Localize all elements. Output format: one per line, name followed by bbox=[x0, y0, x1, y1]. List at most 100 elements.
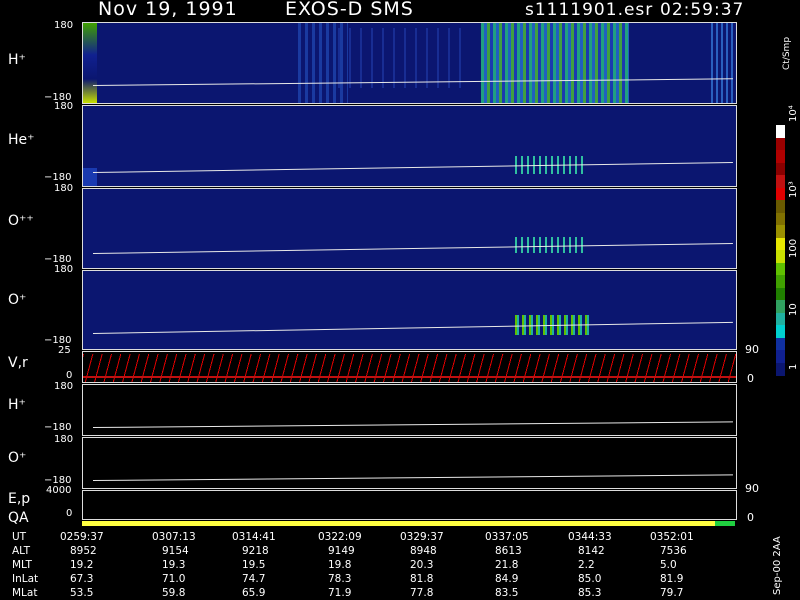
oplus-spectrogram bbox=[82, 270, 737, 350]
energy-panel bbox=[82, 490, 737, 520]
colorbar-segment bbox=[776, 350, 785, 363]
colorbar bbox=[776, 125, 785, 376]
table-cell: 0337:05 bbox=[485, 531, 529, 543]
heplus-trace-line bbox=[92, 161, 733, 173]
colorbar-tick-1e3: 10³ bbox=[788, 181, 799, 198]
table-cell: 2.2 bbox=[578, 559, 595, 571]
colorbar-segment bbox=[776, 300, 785, 313]
table-cell: 20.3 bbox=[410, 559, 434, 571]
ep-top-tick: 4000 bbox=[46, 485, 72, 496]
table-cell: 85.0 bbox=[578, 573, 602, 585]
oplusplus-spectrogram bbox=[82, 188, 737, 269]
table-cell: 9218 bbox=[242, 545, 269, 557]
colorbar-unit: Ct/Smp bbox=[782, 36, 792, 70]
table-cell: 8142 bbox=[578, 545, 605, 557]
table-cell: 0329:37 bbox=[400, 531, 444, 543]
colorbar-segment bbox=[776, 325, 785, 338]
colorbar-segment bbox=[776, 175, 785, 188]
table-cell: 67.3 bbox=[70, 573, 94, 585]
table-cell: 8613 bbox=[495, 545, 522, 557]
oplusplus-label: O⁺⁺ bbox=[8, 213, 34, 229]
colorbar-segment bbox=[776, 225, 785, 238]
table-cell: 0352:01 bbox=[650, 531, 694, 543]
vr-right-top-tick: 90 bbox=[745, 343, 759, 356]
table-cell: 83.5 bbox=[495, 587, 519, 599]
table-cell: 8948 bbox=[410, 545, 437, 557]
time-stamp: 02:59:37 bbox=[660, 0, 745, 20]
colorbar-tick-1e4: 10⁴ bbox=[788, 105, 799, 122]
vr-right-bottom-tick: 0 bbox=[747, 372, 754, 385]
oplusplus-top-tick: 180 bbox=[54, 183, 74, 194]
hplus-spectrogram bbox=[82, 22, 737, 104]
heplus-top-tick: 180 bbox=[54, 101, 74, 112]
colorbar-segment bbox=[776, 237, 785, 251]
table-cell: 59.8 bbox=[162, 587, 186, 599]
radius-trace bbox=[83, 376, 736, 378]
oplus-angle-top-tick: 180 bbox=[54, 434, 74, 445]
colorbar-segment bbox=[776, 187, 785, 201]
colorbar-tick-10: 10 bbox=[788, 303, 799, 316]
table-cell: 65.9 bbox=[242, 587, 266, 599]
oplus-top-tick: 180 bbox=[54, 264, 74, 275]
ep-right-top-tick: 90 bbox=[745, 482, 759, 495]
table-cell: 8952 bbox=[70, 545, 97, 557]
colorbar-tick-1: 1 bbox=[788, 363, 799, 370]
hplus-angle-trace bbox=[92, 421, 733, 428]
colorbar-tick-100: 100 bbox=[788, 238, 799, 258]
colorbar-segment bbox=[776, 262, 785, 276]
row-label: MLT bbox=[12, 559, 32, 571]
table-cell: 71.9 bbox=[328, 587, 352, 599]
colorbar-segment bbox=[776, 125, 785, 138]
hplus-dense-region bbox=[481, 23, 629, 103]
hplus-angle-bottom-tick: −180 bbox=[44, 422, 72, 433]
table-cell: 7536 bbox=[660, 545, 687, 557]
file-name: s1111901.esr bbox=[525, 0, 654, 20]
qa-bar-end bbox=[715, 521, 735, 526]
hplus-angle-label: H⁺ bbox=[8, 397, 26, 413]
oplus-label: O⁺ bbox=[8, 292, 27, 308]
vr-top-tick: 25 bbox=[58, 345, 71, 356]
hplus-angle-top-tick: 180 bbox=[54, 381, 74, 392]
colorbar-segment bbox=[776, 137, 785, 151]
oplus-angle-panel bbox=[82, 437, 737, 489]
table-cell: 85.3 bbox=[578, 587, 602, 599]
heplus-label: He⁺ bbox=[8, 132, 35, 148]
table-cell: 0314:41 bbox=[232, 531, 276, 543]
heplus-spectrogram bbox=[82, 105, 737, 187]
colorbar-segment bbox=[776, 250, 785, 263]
table-cell: 0344:33 bbox=[568, 531, 612, 543]
table-cell: 81.9 bbox=[660, 573, 684, 585]
date-title: Nov 19, 1991 bbox=[98, 0, 238, 20]
table-row: MLat 53.5 59.8 65.9 71.9 77.8 83.5 85.3 79.7 bbox=[0, 587, 800, 600]
hplus-patch-3 bbox=[711, 23, 733, 103]
colorbar-segment bbox=[776, 275, 785, 288]
table-cell: 79.7 bbox=[660, 587, 684, 599]
table-row: ALT 8952 9154 9218 9149 8948 8613 8142 7536 bbox=[0, 545, 800, 558]
hplus-angle-panel bbox=[82, 384, 737, 436]
colorbar-segment bbox=[776, 212, 785, 226]
table-row: MLT 19.2 19.3 19.5 19.8 20.3 21.8 2.2 5.0 bbox=[0, 559, 800, 572]
oplus-angle-trace bbox=[92, 474, 733, 481]
oplus-angle-label: O⁺ bbox=[8, 450, 27, 466]
hplus-label: H⁺ bbox=[8, 52, 26, 68]
table-cell: 81.8 bbox=[410, 573, 434, 585]
colorbar-segment bbox=[776, 200, 785, 213]
row-label: InLat bbox=[12, 573, 39, 585]
table-cell: 78.3 bbox=[328, 573, 352, 585]
colorbar-segment bbox=[776, 150, 785, 163]
table-cell: 21.8 bbox=[495, 559, 519, 571]
qa-label: QA bbox=[8, 510, 29, 526]
oplus-trace-line bbox=[92, 321, 733, 334]
ep-bottom-tick: 0 bbox=[66, 508, 73, 519]
table-cell: 0322:09 bbox=[318, 531, 362, 543]
ep-label: E,p bbox=[8, 491, 31, 507]
table-cell: 9149 bbox=[328, 545, 355, 557]
row-label: UT bbox=[12, 531, 27, 543]
colorbar-segment bbox=[776, 312, 785, 326]
table-row: UT 0259:37 0307:13 0314:41 0322:09 0329:37 033… bbox=[0, 531, 800, 544]
table-cell: 74.7 bbox=[242, 573, 266, 585]
row-label: ALT bbox=[12, 545, 31, 557]
table-cell: 77.8 bbox=[410, 587, 434, 599]
table-cell: 19.3 bbox=[162, 559, 186, 571]
table-cell: 19.5 bbox=[242, 559, 266, 571]
